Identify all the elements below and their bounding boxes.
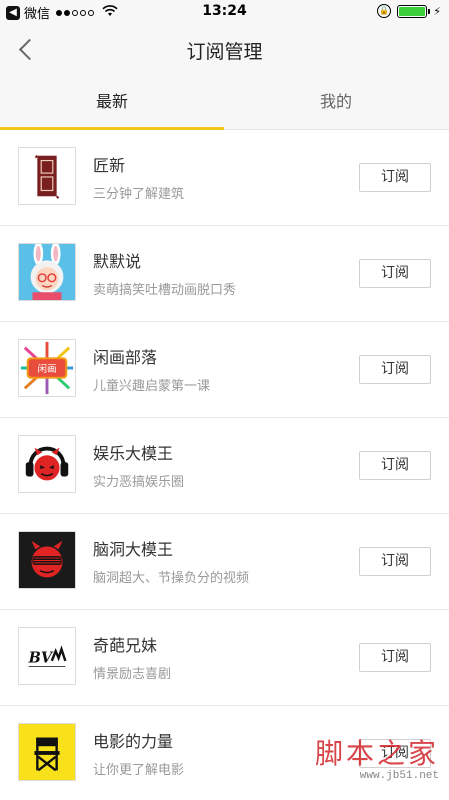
battery-icon xyxy=(397,4,431,18)
navigation-bar: 订阅管理 xyxy=(0,24,449,74)
list-item[interactable]: 匠新 三分钟了解建筑 订阅 xyxy=(0,130,449,226)
bunny-granny-icon xyxy=(18,243,76,301)
channel-name: 奇葩兄妹 xyxy=(93,636,158,655)
channel-description: 情景励志喜剧 xyxy=(93,667,172,682)
devil-shades-icon xyxy=(18,531,76,589)
channel-description: 脑洞超大、节操负分的视频 xyxy=(93,571,250,586)
channel-name: 闲画部落 xyxy=(93,348,158,367)
watermark-title: 脚本之家 xyxy=(314,737,439,770)
tab-bar: 最新 我的 xyxy=(0,74,449,130)
charging-icon: ⚡ xyxy=(433,4,441,18)
page-title: 订阅管理 xyxy=(186,41,263,63)
list-item[interactable]: 默默说 卖萌搞笑吐槽动画脱口秀 订阅 xyxy=(0,226,449,322)
svg-text:闲画: 闲画 xyxy=(37,364,56,375)
subscribe-button[interactable]: 订阅 xyxy=(359,547,431,576)
subscription-list: 匠新 三分钟了解建筑 订阅 默默说 卖萌搞笑吐槽动画脱口秀 订阅 闲画 闲画部落… xyxy=(0,130,449,800)
tab-mine[interactable]: 我的 xyxy=(224,74,448,130)
devil-headphones-icon xyxy=(18,435,76,493)
channel-description: 卖萌搞笑吐槽动画脱口秀 xyxy=(93,283,237,298)
subscribe-button[interactable]: 订阅 xyxy=(359,259,431,288)
channel-name: 默默说 xyxy=(93,252,142,271)
channel-description: 实力恶搞娱乐圈 xyxy=(93,475,185,490)
watermark: 脚本之家 www.jb51.net xyxy=(315,732,439,782)
channel-name: 娱乐大模王 xyxy=(93,444,174,463)
director-chair-icon xyxy=(18,723,76,781)
channel-name: 电影的力量 xyxy=(93,732,174,751)
red-seal-icon xyxy=(18,147,76,205)
subscribe-button[interactable]: 订阅 xyxy=(359,451,431,480)
svg-text:BV: BV xyxy=(28,650,54,667)
list-item[interactable]: 闲画 闲画部落 儿童兴趣启蒙第一课 订阅 xyxy=(0,322,449,418)
tab-latest[interactable]: 最新 xyxy=(0,74,224,130)
subscribe-button[interactable]: 订阅 xyxy=(359,355,431,384)
channel-description: 三分钟了解建筑 xyxy=(93,187,185,202)
channel-description: 让你更了解电影 xyxy=(93,763,185,778)
list-item[interactable]: BV 奇葩兄妹 情景励志喜剧 订阅 xyxy=(0,610,449,706)
list-item[interactable]: 娱乐大模王 实力恶搞娱乐圈 订阅 xyxy=(0,418,449,514)
bvm-logo-icon: BV xyxy=(18,627,76,685)
colorful-badge-icon: 闲画 xyxy=(18,339,76,397)
channel-name: 匠新 xyxy=(93,156,126,175)
list-item[interactable]: 脑洞大模王 脑洞超大、节操负分的视频 订阅 xyxy=(0,514,449,610)
status-bar: ◀ 微信 13:24 🔒 ⚡ xyxy=(0,0,449,24)
status-right: 🔒 ⚡ xyxy=(377,4,441,18)
subscribe-button[interactable]: 订阅 xyxy=(359,163,431,192)
channel-description: 儿童兴趣启蒙第一课 xyxy=(93,379,211,394)
subscribe-button[interactable]: 订阅 xyxy=(359,643,431,672)
channel-name: 脑洞大模王 xyxy=(93,540,174,559)
rotation-lock-icon: 🔒 xyxy=(377,4,392,18)
